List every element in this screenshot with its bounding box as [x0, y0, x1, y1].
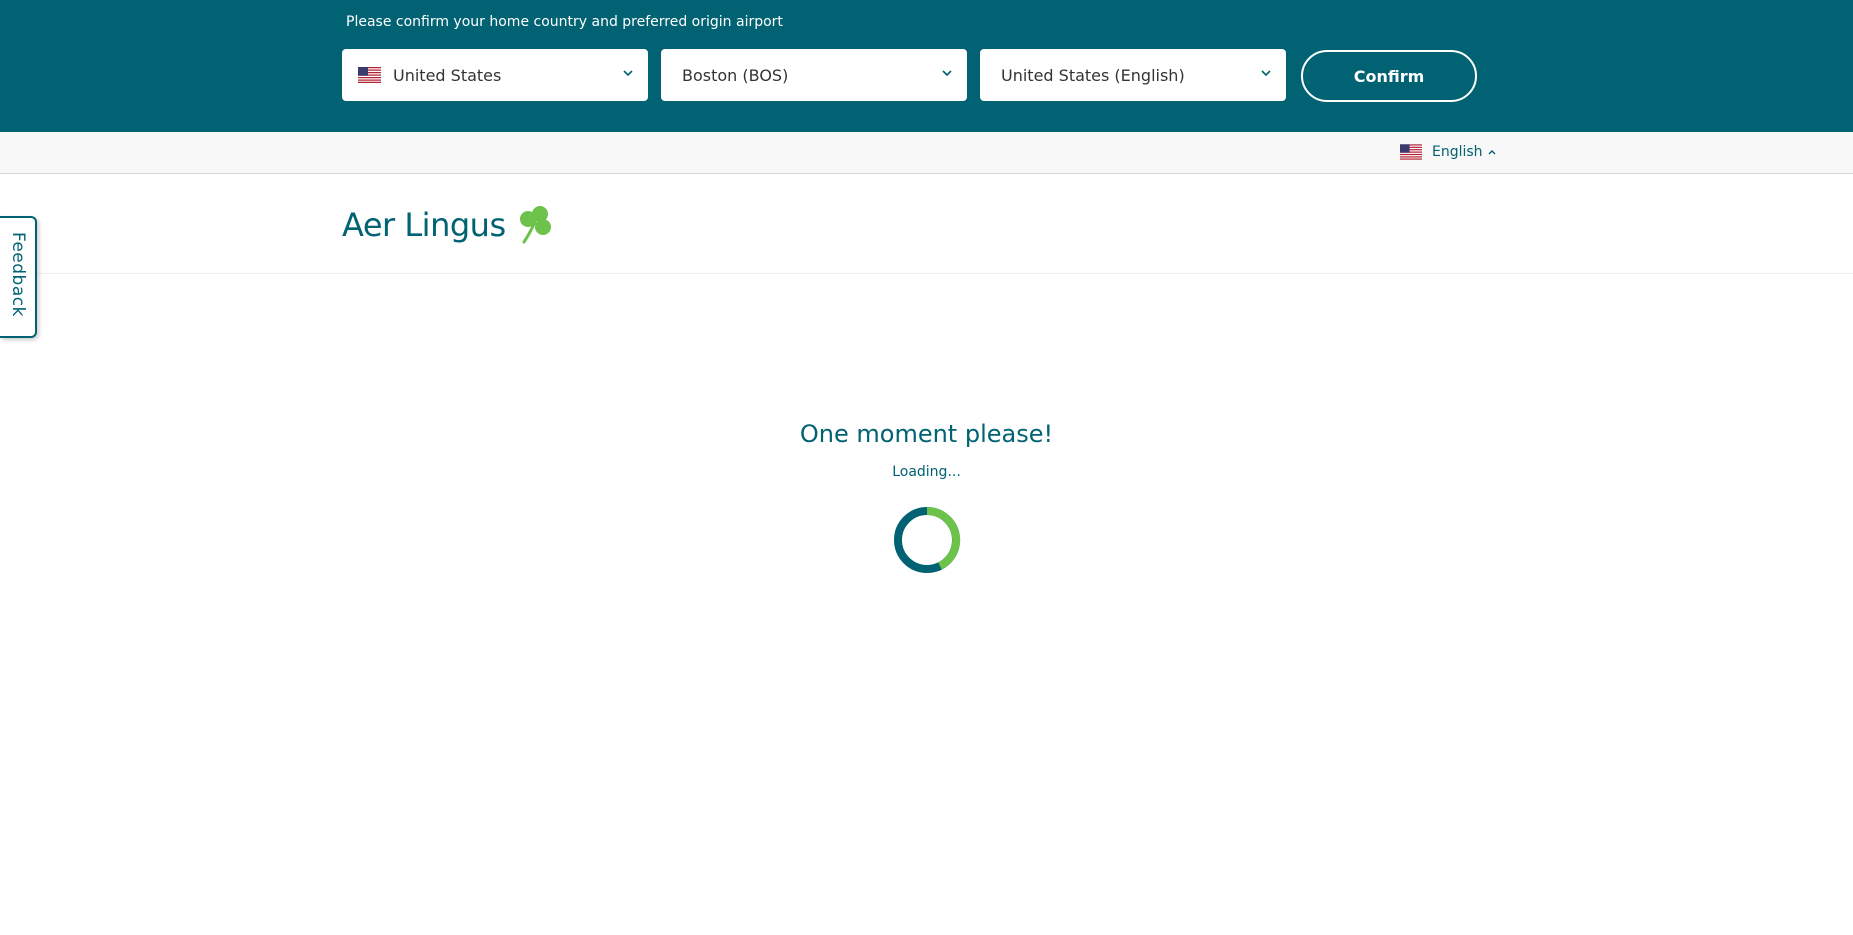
- loading-spinner-icon: [894, 506, 961, 573]
- loading-subtitle: Loading...: [892, 464, 961, 480]
- feedback-tab[interactable]: Feedback: [0, 216, 37, 338]
- country-select-value: United States: [393, 65, 502, 85]
- shamrock-icon: [519, 206, 551, 244]
- language-select[interactable]: United States (English): [980, 49, 1286, 101]
- language-switcher-label: English: [1432, 144, 1483, 160]
- site-header: Aer Lingus: [0, 175, 1853, 274]
- utility-bar: English: [0, 132, 1853, 174]
- logo-text: Aer Lingus: [342, 206, 506, 244]
- chevron-down-icon: [623, 70, 633, 77]
- chevron-down-icon: [942, 70, 952, 77]
- aer-lingus-logo[interactable]: Aer Lingus: [342, 205, 554, 245]
- chevron-down-icon: [1261, 70, 1271, 77]
- country-select[interactable]: United States: [342, 49, 648, 101]
- loading-title: One moment please!: [799, 420, 1054, 448]
- airport-select[interactable]: Boston (BOS): [661, 49, 967, 101]
- us-flag-icon: [1400, 144, 1422, 160]
- confirm-button[interactable]: Confirm: [1301, 50, 1477, 102]
- airport-select-value: Boston (BOS): [682, 65, 789, 85]
- language-select-value: United States (English): [1001, 65, 1185, 85]
- banner-prompt: Please confirm your home country and pre…: [346, 14, 783, 30]
- country-confirm-banner: Please confirm your home country and pre…: [0, 0, 1853, 132]
- language-switcher[interactable]: English: [1400, 144, 1497, 160]
- chevron-up-icon: [1488, 150, 1496, 155]
- us-flag-icon: [358, 67, 381, 83]
- feedback-label: Feedback: [8, 232, 28, 317]
